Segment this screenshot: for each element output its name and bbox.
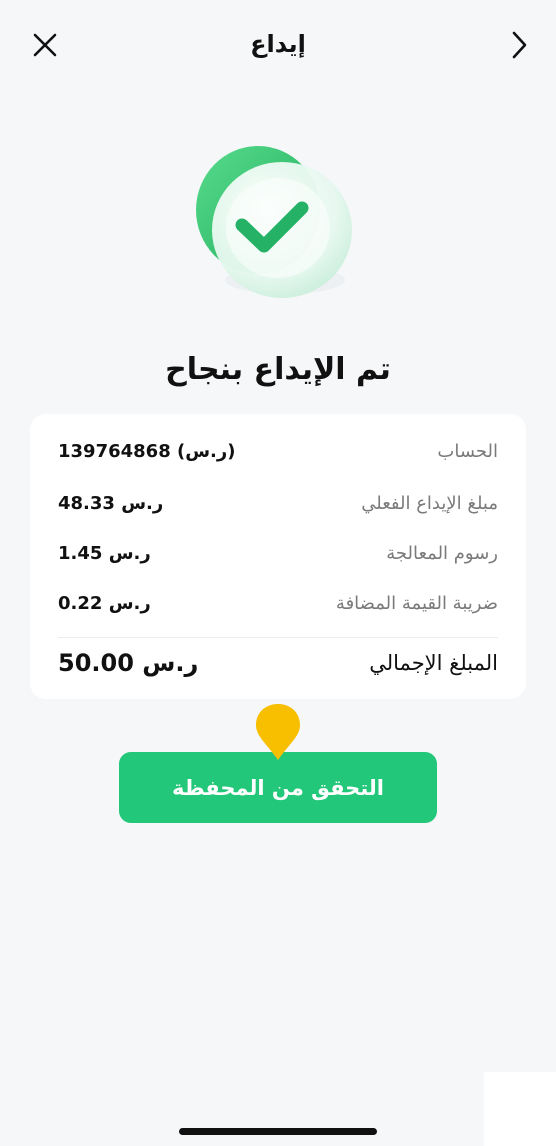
chevron-right-icon [512, 31, 527, 59]
account-label: الحساب [437, 440, 498, 462]
total-row: المبلغ الإجمالي 50.00 ر.س [58, 648, 498, 678]
vat-label: ضريبة القيمة المضافة [335, 592, 498, 614]
total-label: المبلغ الإجمالي [369, 651, 498, 675]
actual-deposit-row: مبلغ الإيداع الفعلي 48.33 ر.س [58, 488, 498, 518]
back-button[interactable] [504, 30, 534, 60]
processing-fee-row: رسوم المعالجة 1.45 ر.س [58, 538, 498, 568]
total-value: 50.00 ر.س [58, 649, 199, 677]
account-row: الحساب 139764868 (ر.س) [58, 436, 498, 466]
vat-row: ضريبة القيمة المضافة 0.22 ر.س [58, 588, 498, 618]
page-title: إيداع [250, 30, 306, 58]
processing-fee-label: رسوم المعالجة [386, 542, 498, 564]
location-pin-icon [254, 702, 302, 762]
check-wallet-button[interactable]: التحقق من المحفظة [119, 752, 437, 823]
actual-deposit-value: 48.33 ر.س [58, 492, 164, 514]
vat-value: 0.22 ر.س [58, 592, 151, 614]
success-check-icon [190, 130, 370, 310]
corner-patch [484, 1072, 556, 1146]
processing-fee-value: 1.45 ر.س [58, 542, 151, 564]
app-header: إيداع [0, 0, 556, 95]
home-indicator [179, 1128, 377, 1135]
divider [58, 637, 498, 638]
success-message: تم الإيداع بنجاح [165, 352, 391, 387]
account-value: 139764868 (ر.س) [58, 440, 236, 462]
deposit-details-card: الحساب 139764868 (ر.س) مبلغ الإيداع الفع… [30, 414, 526, 699]
actual-deposit-label: مبلغ الإيداع الفعلي [361, 492, 498, 514]
